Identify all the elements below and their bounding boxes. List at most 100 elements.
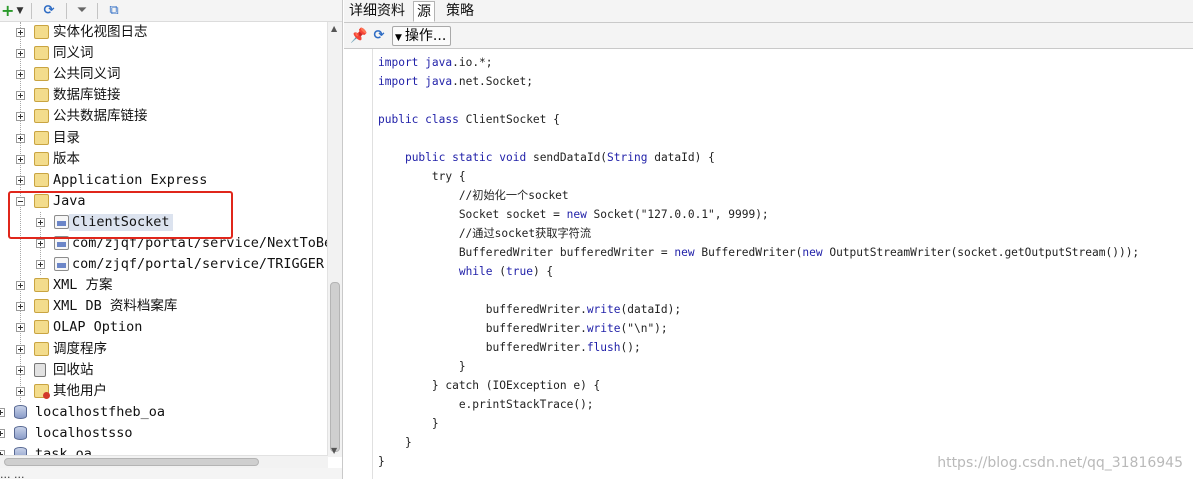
refresh-icon[interactable]: ⟳ <box>40 3 58 19</box>
tree-node[interactable]: 其他用户 <box>0 381 328 402</box>
vertical-scroll-thumb[interactable] <box>330 282 340 452</box>
left-status-text: ... ... <box>0 468 25 479</box>
expand-icon[interactable] <box>16 302 25 312</box>
tab-details[interactable]: 详细资料 <box>346 1 408 22</box>
tree-node[interactable]: 回收站 <box>0 360 328 381</box>
tab-source[interactable]: 源 <box>413 1 435 22</box>
editor-gutter <box>344 49 373 479</box>
folder-icon <box>34 151 49 166</box>
tree-node[interactable]: localhostfheb_oa <box>0 402 328 423</box>
expand-icon[interactable] <box>16 91 25 101</box>
tree-node-label: localhostsso <box>35 424 133 441</box>
tree-node-label: 实体化视图日志 <box>53 24 148 40</box>
refresh-icon[interactable]: ⟳ <box>371 28 387 44</box>
dropdown-arrow-icon[interactable]: ▼ <box>15 3 25 19</box>
horizontal-scroll-thumb[interactable] <box>4 458 259 466</box>
code-line: e.printStackTrace(); <box>378 395 1139 414</box>
horizontal-scrollbar[interactable] <box>0 455 328 468</box>
code-line: } <box>378 433 1139 452</box>
tree-node[interactable]: 数据库链接 <box>0 85 328 106</box>
tree-node-label: OLAP Option <box>53 319 143 336</box>
editor-tabs: 详细资料 源 策略 <box>344 0 1193 23</box>
filter-icon[interactable]: ⏷ <box>74 3 90 19</box>
chevron-down-icon: ▼ <box>395 33 402 43</box>
folder-icon <box>34 67 49 82</box>
code-token: ("\n"); <box>620 322 668 335</box>
expand-icon[interactable] <box>36 260 45 270</box>
source-code[interactable]: import java.io.*; import java.net.Socket;… <box>378 53 1139 471</box>
expand-icon[interactable] <box>16 49 25 59</box>
scroll-up-icon[interactable]: ▲ <box>331 24 337 33</box>
tree-node[interactable]: 版本 <box>0 149 328 170</box>
tree-node[interactable]: com/zjqf/portal/service/TRIGGER <box>0 254 328 275</box>
tree-node[interactable]: localhostsso <box>0 423 328 444</box>
tree-node-label: XML 方案 <box>53 277 113 294</box>
code-line: try { <box>378 167 1139 186</box>
expand-icon[interactable] <box>0 428 5 438</box>
tree-node[interactable]: Application Express <box>0 170 328 191</box>
toolbar-separator <box>66 3 67 19</box>
expand-icon[interactable] <box>16 175 25 185</box>
tree-node-label: 调度程序 <box>53 340 107 357</box>
watermark: https://blog.csdn.net/qq_31816945 <box>937 455 1183 471</box>
left-status-bar: ... ... <box>0 468 342 479</box>
code-line: bufferedWriter.write(dataId); <box>378 300 1139 319</box>
pin-icon[interactable]: 📌 <box>350 28 367 44</box>
folder-icon <box>34 278 49 293</box>
tree-node[interactable]: 目录 <box>0 128 328 149</box>
expand-icon[interactable] <box>16 133 25 143</box>
code-line: //初始化一个socket <box>378 186 1139 205</box>
expand-icon[interactable] <box>16 112 25 122</box>
tree-node[interactable]: OLAP Option <box>0 317 328 338</box>
code-token: ) { <box>532 265 554 278</box>
code-token: .io.*; <box>452 56 493 69</box>
code-token: import <box>378 75 426 88</box>
folder-icon <box>34 299 49 314</box>
expand-icon[interactable] <box>0 407 5 417</box>
tree-node[interactable]: 调度程序 <box>0 339 328 360</box>
tree-node[interactable]: 公共数据库链接 <box>0 106 328 127</box>
code-token: //通过socket获取字符流 <box>378 227 592 240</box>
code-token: class <box>425 113 466 126</box>
expand-icon[interactable] <box>16 323 25 333</box>
expand-icon[interactable] <box>16 281 25 291</box>
folder-icon <box>34 109 49 124</box>
expand-icon[interactable] <box>16 365 25 375</box>
code-line: Socket socket = new Socket("127.0.0.1", … <box>378 205 1139 224</box>
expand-icon[interactable] <box>16 386 25 396</box>
code-token: } <box>378 417 439 430</box>
collapse-icon[interactable]: ⧉ <box>106 3 122 19</box>
code-token: public <box>404 151 453 164</box>
tree-node[interactable]: XML DB 资料档案库 <box>0 296 328 317</box>
tree-node[interactable]: XML 方案 <box>0 275 328 296</box>
code-token: true <box>506 265 533 278</box>
scroll-down-icon[interactable]: ▼ <box>331 446 337 455</box>
tree-node[interactable]: task_oa <box>0 444 328 455</box>
actions-button[interactable]: ▼ 操作... <box>392 26 452 46</box>
code-token: Socket socket = <box>378 208 567 221</box>
folder-icon <box>34 46 49 61</box>
vertical-scrollbar[interactable]: ▲ ▼ <box>327 22 342 457</box>
expand-icon[interactable] <box>16 344 25 354</box>
tree-node[interactable]: 公共同义词 <box>0 64 328 85</box>
tree-node-label: XML DB 资料档案库 <box>53 298 178 315</box>
code-line: } <box>378 414 1139 433</box>
tree-node-label: localhostfheb_oa <box>35 403 166 420</box>
expand-icon[interactable] <box>16 28 25 37</box>
expand-icon[interactable] <box>16 70 25 80</box>
code-token: (); <box>620 341 641 354</box>
code-token: import <box>378 56 426 69</box>
source-code-editor[interactable]: import java.io.*; import java.net.Socket;… <box>344 49 1193 479</box>
code-token: OutputStreamWriter(socket.getOutputStrea… <box>829 246 1140 259</box>
tab-policies[interactable]: 策略 <box>443 1 477 22</box>
code-token: Socket("127.0.0.1", 9999); <box>593 208 769 221</box>
expand-icon[interactable] <box>16 154 25 164</box>
tree-node-label: 其他用户 <box>53 382 107 399</box>
tree-node[interactable]: 实体化视图日志 <box>0 22 328 43</box>
expand-icon[interactable] <box>36 239 45 248</box>
tree-node[interactable]: 同义词 <box>0 43 328 64</box>
add-icon[interactable]: + <box>1 3 14 19</box>
